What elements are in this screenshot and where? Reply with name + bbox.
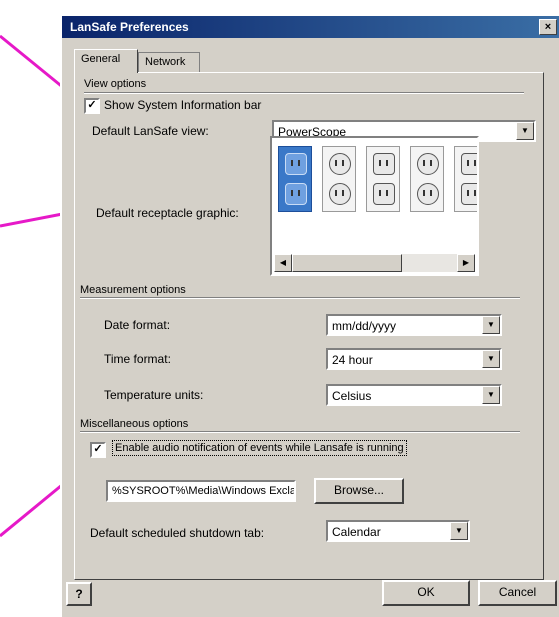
view-options-divider [84,92,524,94]
tab-network[interactable]: Network [138,52,200,72]
outlet-icon [285,183,307,205]
shutdown-tab-value: Calendar [332,525,381,539]
receptacle-thumb-5[interactable] [454,146,477,212]
close-icon[interactable]: × [539,19,557,35]
outlet-icon [417,183,439,205]
scroll-right-icon[interactable]: ▶ [457,254,475,272]
show-sysinfo-checkbox[interactable]: ✓ [84,98,100,114]
date-format-select[interactable]: mm/dd/yyyy ▼ [326,314,502,336]
scroll-thumb[interactable] [292,254,402,272]
chevron-down-icon[interactable]: ▼ [516,122,534,140]
ok-button[interactable]: OK [382,580,470,606]
help-button[interactable]: ? [66,582,92,606]
misc-options-divider [80,431,520,433]
date-format-label: Date format: [104,318,171,332]
outlet-icon [329,183,351,205]
sound-file-input[interactable]: %SYSROOT%\Media\Windows Exclamation.WAV [106,480,296,502]
measurement-options-heading: Measurement options [80,284,186,296]
outlet-icon [373,153,395,175]
default-view-label: Default LanSafe view: [92,124,209,138]
show-sysinfo-label: Show System Information bar [104,98,262,112]
receptacle-thumb-1[interactable] [278,146,312,212]
scroll-left-icon[interactable]: ◀ [274,254,292,272]
temperature-units-label: Temperature units: [104,388,204,402]
chevron-down-icon[interactable]: ▼ [482,350,500,368]
misc-options-heading: Miscellaneous options [80,418,189,430]
browse-button[interactable]: Browse... [314,478,404,504]
view-options-heading: View options [84,78,147,90]
receptacle-thumb-2[interactable] [322,146,356,212]
chevron-down-icon[interactable]: ▼ [482,316,500,334]
time-format-label: Time format: [104,352,171,366]
temperature-units-value: Celsius [332,389,372,403]
outlet-icon [329,153,351,175]
date-format-value: mm/dd/yyyy [332,319,397,333]
temperature-units-select[interactable]: Celsius ▼ [326,384,502,406]
outlet-icon [285,153,307,175]
outlet-icon [461,183,477,205]
chevron-down-icon[interactable]: ▼ [450,522,468,540]
audio-notify-checkbox[interactable]: ✓ [90,442,106,458]
title-bar[interactable]: LanSafe Preferences × [62,16,559,38]
dialog-title: LanSafe Preferences [70,20,189,34]
shutdown-tab-label: Default scheduled shutdown tab: [90,526,265,540]
receptacle-label: Default receptacle graphic: [96,206,239,220]
receptacle-thumb-3[interactable] [366,146,400,212]
shutdown-tab-select[interactable]: Calendar ▼ [326,520,470,542]
gallery-scrollbar[interactable]: ◀ ▶ [274,254,475,272]
receptacle-gallery[interactable]: ◀ ▶ [270,136,479,276]
audio-notify-label: Enable audio notification of events whil… [112,440,407,456]
outlet-icon [417,153,439,175]
receptacle-thumb-4[interactable] [410,146,444,212]
cancel-button[interactable]: Cancel [478,580,557,606]
measurement-options-divider [80,297,520,299]
tab-general[interactable]: General [74,49,138,73]
outlet-icon [461,153,477,175]
outlet-icon [373,183,395,205]
time-format-select[interactable]: 24 hour ▼ [326,348,502,370]
time-format-value: 24 hour [332,353,373,367]
chevron-down-icon[interactable]: ▼ [482,386,500,404]
